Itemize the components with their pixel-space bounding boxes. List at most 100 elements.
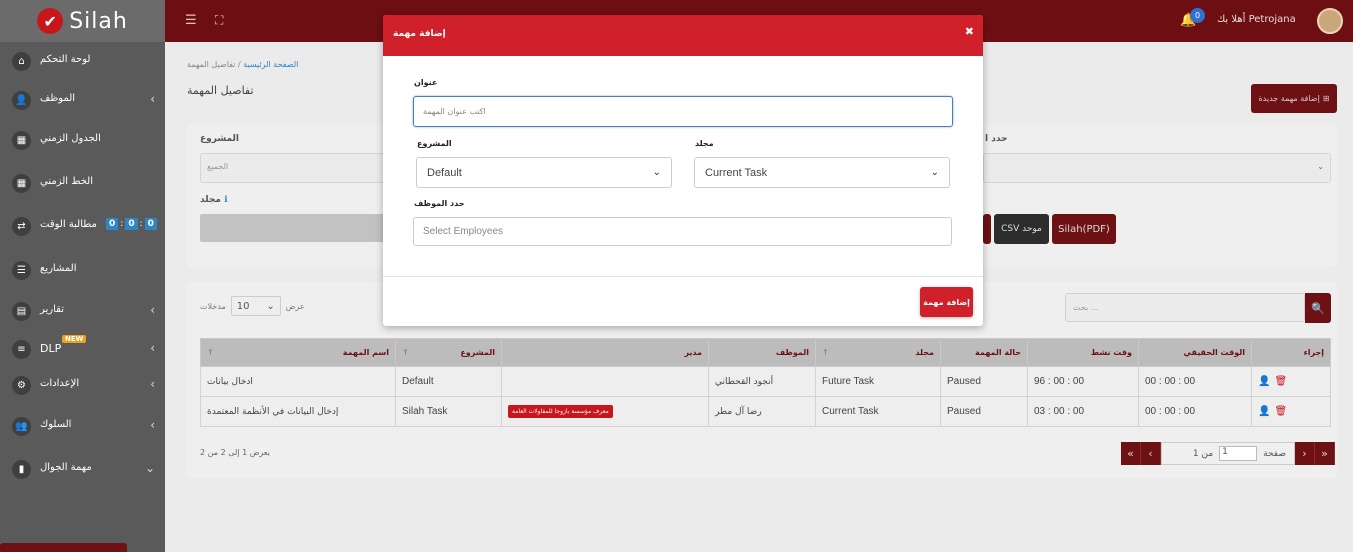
close-icon[interactable]: ✖: [965, 25, 974, 38]
notification-count: 0: [1190, 8, 1205, 23]
check-logo-icon: ✔: [37, 8, 64, 34]
cell-active-time: 96 : 00 : 00: [1027, 366, 1139, 397]
col-manager[interactable]: مدير: [501, 338, 709, 367]
first-page-button[interactable]: «: [1121, 442, 1141, 465]
modal-title: إضافة مهمة: [393, 29, 446, 39]
task-title-input[interactable]: اكتب عنوان المهمة: [413, 96, 953, 127]
col-action[interactable]: إجراء: [1251, 338, 1331, 367]
sidebar-item-mobile-task[interactable]: ▮ مهمة الجوال ⌄: [0, 451, 165, 487]
next-page-button[interactable]: ›: [1295, 442, 1315, 465]
user-greeting[interactable]: أهلا بك Petrojana: [1217, 14, 1296, 25]
new-badge: NEW: [62, 335, 87, 343]
table-header-row: اسم المهمة ↑ المشروع ↑ مدير الموظف مجلد ↑ ح…: [200, 338, 1331, 367]
cell-active-time: 03 : 00 : 00: [1027, 396, 1139, 427]
user-gear-icon: 👥: [12, 417, 31, 436]
chevron-down-icon: ⌄: [266, 300, 275, 312]
breadcrumb-home[interactable]: الصفحة الرئيسية: [243, 60, 298, 69]
chevron-icon: ‹: [150, 303, 155, 317]
sidebar-item-label: الموظف: [40, 93, 76, 104]
col-task-name[interactable]: اسم المهمة ↑: [200, 338, 396, 367]
sidebar-item-employee[interactable]: 👤 الموظف ‹: [0, 82, 165, 118]
tasks-table: اسم المهمة ↑ المشروع ↑ مدير الموظف مجلد ↑ ح…: [200, 338, 1331, 427]
list-icon: ☰: [12, 261, 31, 280]
assign-user-icon[interactable]: 👤: [1258, 406, 1270, 417]
show-label: عرض: [285, 301, 305, 311]
trash-icon[interactable]: 🗑: [1274, 376, 1287, 387]
project-select[interactable]: Default ⌄: [416, 157, 672, 188]
breadcrumb-separator: /: [237, 60, 241, 69]
user-tie-icon: 👤: [12, 91, 31, 110]
col-status[interactable]: حالة المهمة: [940, 338, 1028, 367]
filter-button[interactable]: [983, 214, 991, 244]
sidebar-item-label: السلوك: [40, 419, 72, 430]
add-task-modal: إضافة مهمة ✖ عنوان اكتب عنوان المهمة الم…: [383, 15, 983, 326]
col-active-time[interactable]: وقت نشط: [1027, 338, 1139, 367]
fullscreen-icon[interactable]: ⛶: [215, 13, 223, 28]
sidebar-item-reports[interactable]: ▤ تقارير ‹: [0, 293, 165, 329]
gear-icon: ⚙: [12, 376, 31, 395]
csv-export-button[interactable]: CSV موحد: [994, 214, 1049, 244]
page-indicator: من 1 1 صفحة: [1161, 442, 1295, 465]
page-length-select[interactable]: 10 ⌄: [230, 296, 281, 316]
col-employee[interactable]: الموظف: [708, 338, 816, 367]
sidebar-item-label: الجدول الزمني: [40, 133, 101, 144]
timer-minutes: 0: [125, 218, 138, 230]
sidebar-footer-button[interactable]: [0, 543, 127, 552]
button-label: إضافة مهمة جديدة: [1258, 94, 1320, 103]
header-label: مجلد: [915, 348, 934, 357]
project-label: المشروع: [417, 139, 452, 148]
pdf-export-button[interactable]: Silah(PDF): [1052, 214, 1116, 244]
page-number-input[interactable]: 1: [1219, 446, 1258, 461]
search-button[interactable]: 🔍: [1305, 293, 1331, 323]
sidebar-item-time-claim[interactable]: ⇄ مطالبة الوقت 0: 0: 0: [0, 208, 165, 244]
chevron-down-icon: ⌄: [652, 167, 661, 178]
user-name: Petrojana: [1248, 14, 1296, 25]
sidebar-item-dlp[interactable]: ≡ DLP NEW ‹: [0, 331, 165, 367]
chevron-icon: ‹: [150, 377, 155, 391]
time-claim-timer: 0: 0: 0: [106, 218, 157, 230]
filter-employee-select[interactable]: ⌄: [983, 153, 1331, 183]
modal-header: إضافة مهمة ✖: [383, 15, 983, 56]
employees-select[interactable]: Select Employees: [413, 217, 952, 246]
col-folder[interactable]: مجلد ↑: [815, 338, 941, 367]
cell-manager: [501, 366, 709, 397]
folder-label-text: مجلد: [200, 195, 221, 205]
add-task-submit-button[interactable]: إضافة مهمة: [920, 287, 973, 317]
cell-action: 👤 🗑: [1251, 366, 1331, 397]
cell-real-time: 00 : 00 : 00: [1138, 366, 1252, 397]
cell-employee: أنجود القحطاني: [708, 366, 816, 397]
page-length-value: 10: [236, 300, 250, 312]
sidebar-item-label: مهمة الجوال: [40, 462, 92, 473]
sidebar-item-behavior[interactable]: 👥 السلوك ‹: [0, 408, 165, 444]
col-real-time[interactable]: الوقت الحقيقي: [1138, 338, 1252, 367]
folder-select[interactable]: Current Task ⌄: [694, 157, 950, 188]
sidebar-item-dashboard[interactable]: ⌂ لوحة التحكم: [0, 43, 165, 79]
search-input[interactable]: بحث ...: [1065, 293, 1305, 322]
manager-tag: معرف مؤسسة بازوجا للمقاولات العامة: [508, 405, 613, 418]
filter-project-label: المشروع: [200, 134, 239, 144]
filter-project-select[interactable]: الجميع: [200, 153, 390, 183]
cell-action: 👤 🗑: [1251, 396, 1331, 427]
add-new-task-button[interactable]: إضافة مهمة جديدة ⊞: [1251, 84, 1337, 113]
search-icon: 🔍: [1311, 301, 1325, 315]
logo[interactable]: ✔ Silah: [0, 0, 165, 42]
avatar[interactable]: [1317, 8, 1343, 34]
assign-user-icon[interactable]: 👤: [1258, 376, 1270, 387]
sidebar-item-label: تقارير: [40, 304, 65, 315]
trash-icon[interactable]: 🗑: [1274, 406, 1287, 417]
prev-page-button[interactable]: ‹: [1141, 442, 1161, 465]
sidebar-item-settings[interactable]: ⚙ الإعدادات ‹: [0, 367, 165, 403]
col-project[interactable]: المشروع ↑: [395, 338, 502, 367]
sidebar-item-timesheet[interactable]: ▦ الجدول الزمني: [0, 122, 165, 158]
timer-seconds: 0: [144, 218, 157, 230]
info-icon: ℹ: [224, 195, 228, 205]
sidebar-item-projects[interactable]: ☰ المشاريع: [0, 252, 165, 288]
last-page-button[interactable]: »: [1315, 442, 1335, 465]
filter-folder-select[interactable]: [200, 214, 390, 242]
greeting-text: أهلا بك: [1217, 14, 1246, 25]
table-row: ادخال بيانات Default أنجود القحطاني Futu…: [200, 366, 1331, 397]
menu-icon[interactable]: ☰: [185, 13, 197, 28]
sidebar-item-timeline[interactable]: ▦ الخط الزمني: [0, 165, 165, 201]
cell-folder: Current Task: [815, 396, 941, 427]
sort-icon: ↑: [822, 348, 829, 357]
